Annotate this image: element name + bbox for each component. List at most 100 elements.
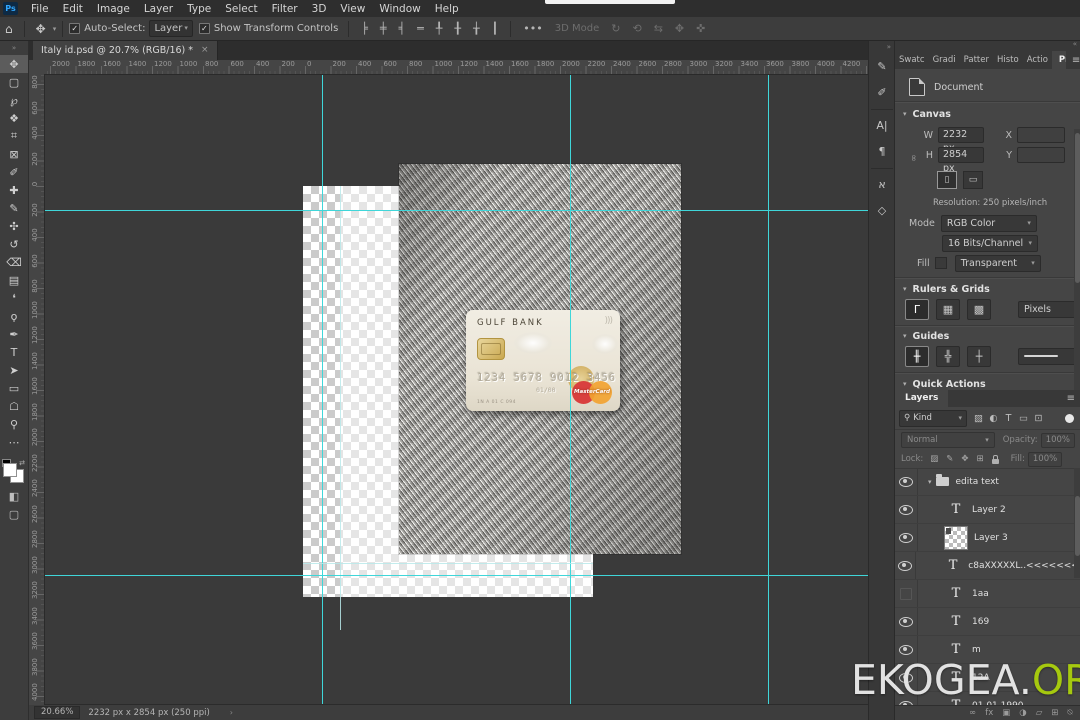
filter-smart-object-icon[interactable]: ⊡ bbox=[1031, 413, 1046, 424]
menu-type[interactable]: Type bbox=[180, 3, 218, 15]
guide-horizontal-3[interactable] bbox=[44, 575, 868, 576]
text-layer-icon[interactable]: T bbox=[946, 558, 960, 573]
3d-panel-icon[interactable]: ◇ bbox=[869, 198, 895, 224]
brush-tool[interactable]: ✎ bbox=[0, 199, 28, 217]
bit-depth-dropdown[interactable]: 16 Bits/Channel ▾ bbox=[942, 234, 1038, 252]
layer-row[interactable]: T 1aa bbox=[895, 580, 1080, 608]
object-selection-tool[interactable]: ❖ bbox=[0, 109, 28, 127]
quick-actions-section-header[interactable]: ▾ Quick Actions bbox=[895, 377, 1080, 391]
menu-select[interactable]: Select bbox=[218, 3, 264, 15]
lock-all-icon[interactable] bbox=[991, 454, 999, 464]
dock-expand-icon[interactable]: » bbox=[869, 40, 895, 54]
zoom-level-field[interactable]: 20.66% bbox=[34, 706, 81, 719]
screen-mode-button[interactable]: ▢ bbox=[0, 505, 28, 523]
tab-gradi[interactable]: Gradi bbox=[929, 55, 960, 65]
lock-artboard-icon[interactable]: ⊞ bbox=[977, 454, 984, 464]
layer-visibility-toggle[interactable] bbox=[895, 496, 918, 523]
tab-actio[interactable]: Actio bbox=[1023, 55, 1052, 65]
lock-move-icon[interactable]: ✥ bbox=[961, 454, 968, 464]
glyphs-panel-icon[interactable]: א bbox=[869, 172, 895, 198]
character-panel-icon[interactable]: A| bbox=[869, 113, 895, 139]
rulers-toggle-icon[interactable]: Γ bbox=[905, 298, 929, 320]
horizontal-ruler[interactable]: 2000 1800 1600 1400 1200 1000 800 600 400 200 0 200… bbox=[44, 60, 868, 75]
vertical-ruler[interactable]: 800 600 400 200 0 200 400 600 800 1000 1200 1400 160… bbox=[28, 74, 45, 705]
type-tool[interactable]: T bbox=[0, 343, 28, 361]
filter-pixel-icon[interactable]: ▨ bbox=[971, 413, 986, 424]
landscape-orientation-button[interactable]: ▭ bbox=[963, 171, 983, 189]
eyedropper-tool[interactable]: ✐ bbox=[0, 163, 28, 181]
layer-visibility-toggle[interactable] bbox=[895, 608, 918, 635]
canvas-viewport[interactable]: GULF BANK ))) 1234 5678 9012 3456 01/00 … bbox=[44, 74, 868, 705]
lock-paint-icon[interactable]: ✎ bbox=[946, 454, 953, 464]
align-middle-icon[interactable]: ╂ bbox=[448, 22, 467, 35]
guide-vertical-3[interactable] bbox=[570, 74, 571, 705]
guide-vertical-4[interactable] bbox=[768, 74, 769, 705]
distribute-vertical-icon[interactable]: ┃ bbox=[486, 22, 505, 35]
clone-stamp-tool[interactable]: ✣ bbox=[0, 217, 28, 235]
align-right-icon[interactable]: ╡ bbox=[393, 22, 412, 35]
color-mode-dropdown[interactable]: RGB Color ▾ bbox=[940, 214, 1037, 232]
clone-source-icon[interactable]: ✐ bbox=[869, 80, 895, 106]
pixel-grid-icon[interactable]: ▩ bbox=[967, 298, 991, 320]
adjustment-layer-icon[interactable]: ◑ bbox=[1019, 708, 1026, 718]
guide-horizontal-2[interactable] bbox=[303, 563, 593, 564]
eraser-tool[interactable]: ⌫ bbox=[0, 253, 28, 271]
blur-tool[interactable]: ❛ bbox=[0, 289, 28, 307]
layers-scrollbar[interactable] bbox=[1074, 468, 1080, 578]
layer-mask-icon[interactable]: ▣ bbox=[1002, 708, 1010, 718]
canvas-section-header[interactable]: ▾ Canvas bbox=[895, 107, 1080, 121]
menu-file[interactable]: File bbox=[24, 3, 56, 15]
toolbar-collapse-icon[interactable]: » bbox=[0, 40, 28, 55]
history-brush-tool[interactable]: ↺ bbox=[0, 235, 28, 253]
move-tool-preset-icon[interactable]: ✥ bbox=[31, 22, 51, 36]
zoom-tool[interactable]: ⚲ bbox=[0, 415, 28, 433]
close-icon[interactable]: × bbox=[201, 45, 209, 55]
auto-select-target-dropdown[interactable]: Layer ▾ bbox=[149, 20, 193, 37]
rulers-grids-section-header[interactable]: ▾ Rulers & Grids bbox=[895, 282, 1080, 296]
auto-select-checkbox[interactable] bbox=[69, 23, 81, 34]
color-swatches[interactable]: ⇄ bbox=[2, 459, 25, 483]
ruler-corner[interactable] bbox=[28, 60, 45, 75]
guides-section-header[interactable]: ▾ Guides bbox=[895, 329, 1080, 343]
new-group-icon[interactable]: ▱ bbox=[1036, 708, 1043, 718]
paragraph-panel-icon[interactable]: ¶ bbox=[869, 139, 895, 165]
gradient-tool[interactable]: ▤ bbox=[0, 271, 28, 289]
grid-toggle-icon[interactable]: ▦ bbox=[936, 298, 960, 320]
portrait-orientation-button[interactable]: ▯ bbox=[937, 171, 957, 189]
align-left-icon[interactable]: ╞ bbox=[355, 22, 374, 35]
scrollbar-thumb[interactable] bbox=[1075, 496, 1080, 556]
text-layer-icon[interactable]: T bbox=[948, 502, 964, 517]
home-icon[interactable]: ⌂ bbox=[0, 22, 18, 36]
status-chevron-icon[interactable]: › bbox=[230, 708, 233, 717]
fill-swatch[interactable] bbox=[934, 257, 947, 269]
document-tab[interactable]: Italy id.psd @ 20.7% (RGB/16) * × bbox=[33, 40, 218, 60]
layer-row[interactable]: T 169 bbox=[895, 608, 1080, 636]
filter-type-icon[interactable]: T bbox=[1001, 413, 1016, 424]
credit-card-artwork[interactable]: GULF BANK ))) 1234 5678 9012 3456 01/00 … bbox=[466, 310, 620, 411]
frame-tool[interactable]: ⊠ bbox=[0, 145, 28, 163]
guide-vertical-1[interactable] bbox=[322, 74, 323, 705]
width-field[interactable]: 2232 px bbox=[938, 127, 984, 154]
layer-row[interactable]: T Layer 2 bbox=[895, 496, 1080, 524]
dodge-tool[interactable]: ϙ bbox=[0, 307, 28, 325]
menu-help[interactable]: Help bbox=[428, 3, 466, 15]
tab-layers[interactable]: Layers bbox=[895, 390, 949, 407]
lock-transparency-icon[interactable]: ▨ bbox=[930, 454, 938, 464]
swap-colors-icon[interactable]: ⇄ bbox=[19, 459, 25, 467]
filter-shape-icon[interactable]: ▭ bbox=[1016, 413, 1031, 424]
guide-horizontal-1[interactable] bbox=[44, 210, 868, 211]
shape-tool[interactable]: ▭ bbox=[0, 379, 28, 397]
healing-brush-tool[interactable]: ✚ bbox=[0, 181, 28, 199]
height-field[interactable]: 2854 px bbox=[938, 147, 984, 174]
text-layer-icon[interactable]: T bbox=[948, 614, 964, 629]
crop-tool[interactable]: ⌗ bbox=[0, 127, 28, 145]
opacity-field[interactable]: 100% bbox=[1040, 432, 1075, 448]
layer-row[interactable]: Tc8aXXXXXL..<<<<<<<0 d bbox=[895, 552, 1080, 580]
show-transform-checkbox[interactable] bbox=[198, 23, 210, 34]
panel-menu-icon[interactable]: ≡ bbox=[1066, 55, 1080, 66]
dock-collapse-strip[interactable]: « bbox=[895, 40, 1080, 51]
layer-row[interactable]: ▾ edita text bbox=[895, 468, 1080, 496]
guides-toggle-icon[interactable]: ╫ bbox=[905, 345, 929, 367]
blend-mode-dropdown[interactable]: Normal ▾ bbox=[901, 432, 995, 448]
move-tool[interactable]: ✥ bbox=[0, 55, 28, 73]
